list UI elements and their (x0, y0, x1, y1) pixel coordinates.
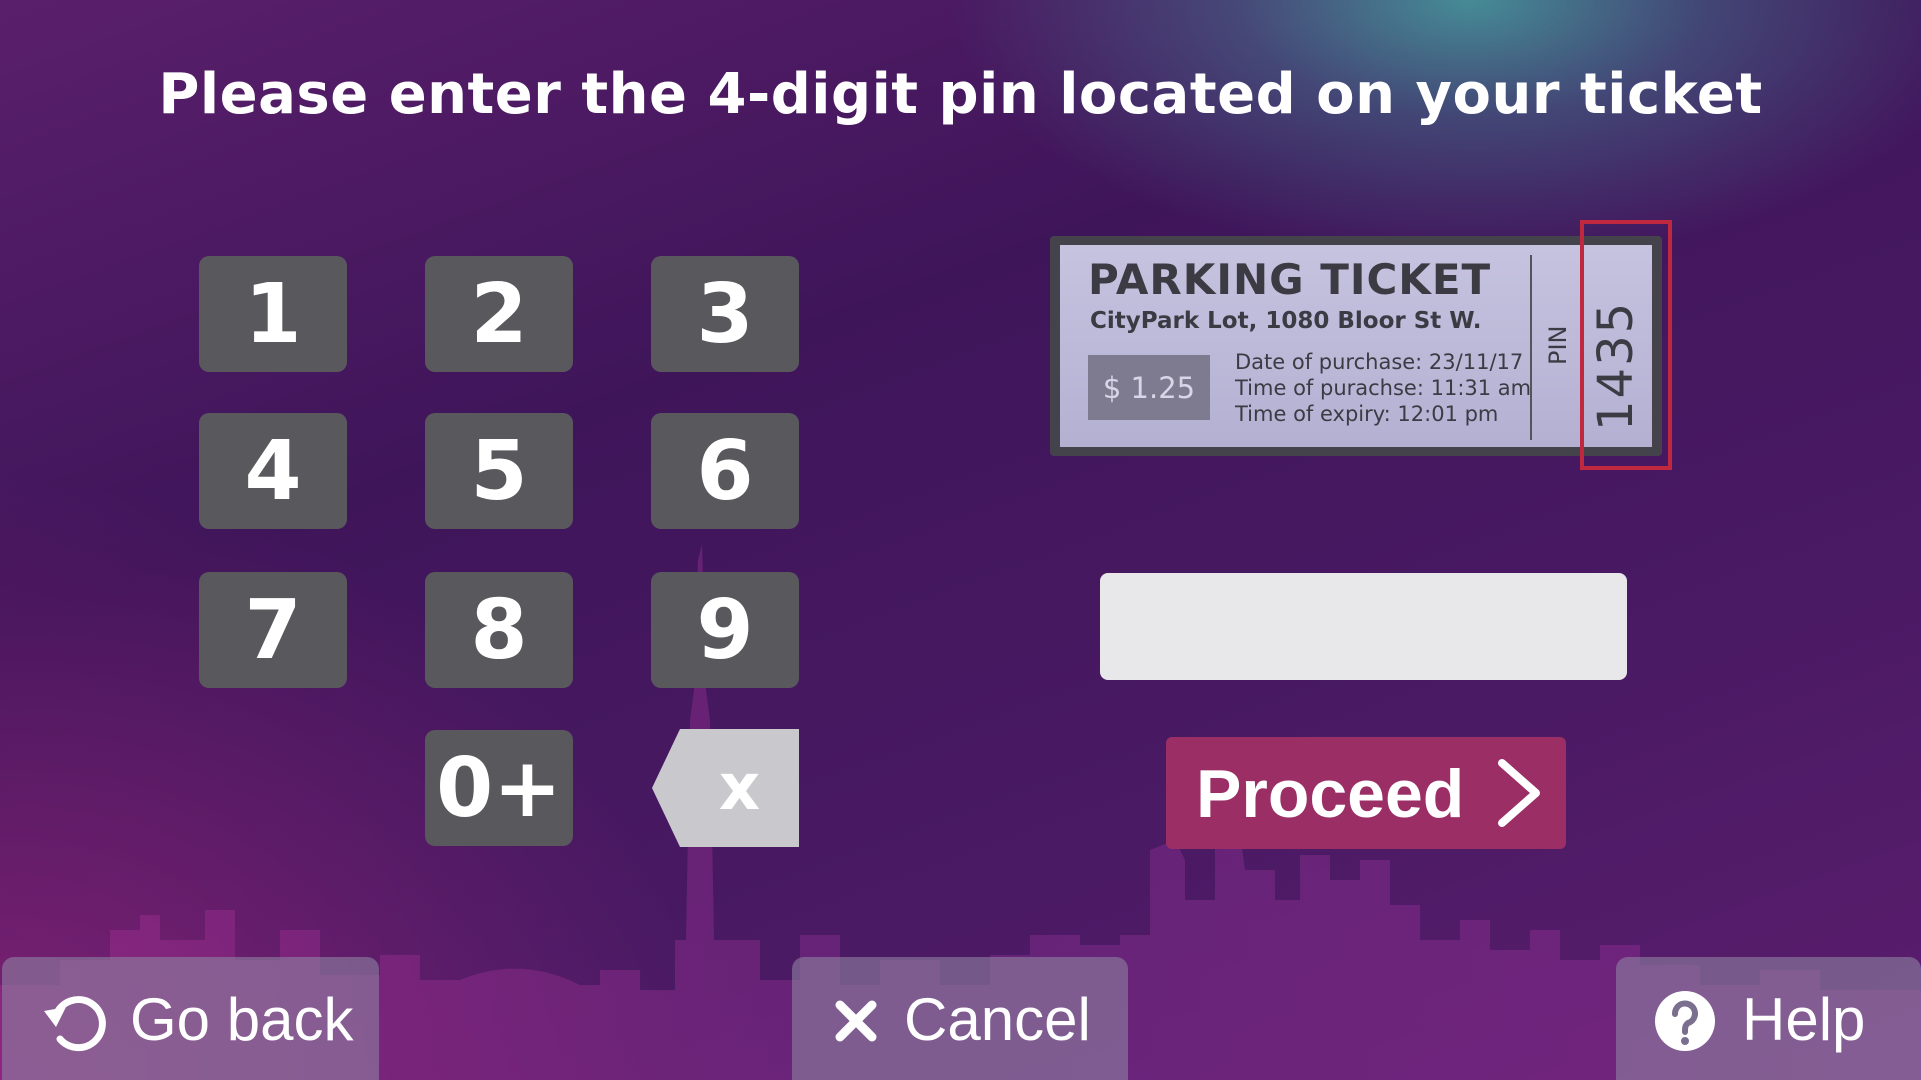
ticket-face: PARKING TICKET CityPark Lot, 1080 Bloor … (1060, 245, 1652, 447)
ticket-divider (1530, 255, 1532, 440)
key-5[interactable]: 5 (425, 413, 573, 529)
key-7[interactable]: 7 (199, 572, 347, 688)
ticket-time-of-expiry: Time of expiry: 12:01 pm (1235, 402, 1499, 426)
pin-highlight-box (1580, 220, 1672, 470)
help-icon (1655, 991, 1715, 1051)
key-8[interactable]: 8 (425, 572, 573, 688)
cancel-button[interactable]: Cancel (792, 957, 1128, 1080)
backspace-icon: x (718, 751, 761, 825)
go-back-label: Go back (130, 986, 354, 1053)
ticket-date-of-purchase: Date of purchase: 23/11/17 (1235, 350, 1524, 374)
proceed-button[interactable]: Proceed (1166, 737, 1566, 849)
parking-ticket-illustration: PARKING TICKET CityPark Lot, 1080 Bloor … (1050, 236, 1662, 456)
key-0-plus[interactable]: 0+ (425, 730, 573, 846)
proceed-label: Proceed (1196, 756, 1465, 832)
close-icon (835, 1000, 877, 1042)
backspace-button[interactable]: x (652, 729, 799, 847)
key-3[interactable]: 3 (651, 256, 799, 372)
key-1[interactable]: 1 (199, 256, 347, 372)
key-2[interactable]: 2 (425, 256, 573, 372)
key-6[interactable]: 6 (651, 413, 799, 529)
undo-arrow-icon (44, 996, 106, 1052)
key-4[interactable]: 4 (199, 413, 347, 529)
help-label: Help (1742, 986, 1866, 1053)
go-back-button[interactable]: Go back (2, 957, 379, 1080)
city-skyline-illustration (0, 545, 1921, 1080)
pin-input[interactable] (1100, 573, 1627, 680)
ticket-heading: PARKING TICKET (1088, 255, 1492, 304)
page-title: Please enter the 4-digit pin located on … (158, 62, 1763, 127)
help-button[interactable]: Help (1616, 957, 1921, 1080)
ticket-pin-label: PIN (1544, 325, 1572, 365)
key-9[interactable]: 9 (651, 572, 799, 688)
ticket-address: CityPark Lot, 1080 Bloor St W. (1090, 308, 1482, 334)
chevron-right-icon (1498, 759, 1540, 827)
ticket-price: $ 1.25 (1088, 355, 1210, 420)
ticket-time-of-purchase: Time of purachse: 11:31 am (1235, 376, 1532, 400)
cancel-label: Cancel (904, 986, 1091, 1053)
